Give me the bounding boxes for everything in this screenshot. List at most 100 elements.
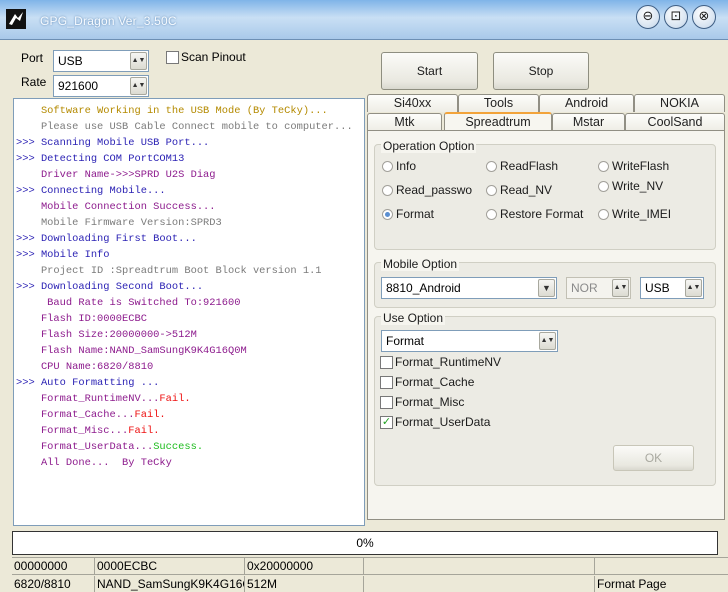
log-line: >>> Scanning Mobile USB Port... [16, 135, 364, 151]
chevron-down-icon[interactable]: ▲▼ [130, 52, 147, 70]
status-cell-flash-name: NAND_SamSungK9K4G16Q0 [97, 576, 245, 592]
radio-write-nv-label: Write_NV [612, 179, 664, 193]
log-line-text: >>> Downloading Second Boot... [16, 281, 204, 293]
status-cell-flash-size: 512M [245, 576, 364, 592]
log-line-result: Fail. [159, 393, 191, 405]
chevron-down-icon[interactable]: ▲▼ [539, 332, 556, 350]
flash-type-value: NOR [571, 281, 598, 295]
use-mode-select[interactable]: Format ▲▼ [381, 330, 558, 352]
format-runtimenv-label: Format_RuntimeNV [395, 355, 502, 369]
format-cache-label: Format_Cache [395, 375, 475, 389]
log-line-text: CPU Name:6820/8810 [16, 361, 154, 373]
status-cell-empty-2 [595, 558, 728, 575]
radio-info-label: Info [396, 159, 417, 173]
port-label: Port [21, 51, 44, 65]
radio-read-password[interactable] [382, 185, 393, 196]
log-line-text: >>> Auto Formatting ... [16, 377, 160, 389]
log-line-text: Software Working in the USB Mode (By TeC… [16, 105, 328, 117]
chevron-down-icon[interactable]: ▲▼ [130, 77, 147, 95]
log-line-text: Format_Cache... [16, 409, 135, 421]
status-cell-page: Format Page [595, 576, 728, 592]
log-line: Format_RuntimeNV...Fail. [16, 391, 364, 407]
status-cell-flash-id-raw: 00000000 [12, 558, 95, 575]
log-line: Software Working in the USB Mode (By TeC… [16, 103, 364, 119]
format-cache-checkbox[interactable] [380, 376, 393, 389]
port-value: USB [58, 54, 83, 68]
log-line: Format_UserData...Success. [16, 439, 364, 455]
radio-info[interactable] [382, 161, 393, 172]
log-line-result: Success. [153, 441, 204, 453]
format-misc-checkbox[interactable] [380, 396, 393, 409]
log-line: >>> Downloading Second Boot... [16, 279, 364, 295]
radio-format[interactable] [382, 209, 393, 220]
rate-select[interactable]: 921600 ▲▼ [53, 75, 149, 97]
log-line-text: Please use USB Cable Connect mobile to c… [16, 121, 353, 133]
log-line-text: Flash Size:20000000->512M [16, 329, 197, 341]
start-button[interactable]: Start [381, 52, 478, 90]
radio-write-nv[interactable] [598, 181, 609, 192]
log-output[interactable]: Software Working in the USB Mode (By TeC… [13, 98, 365, 526]
connection-port-select[interactable]: USB ▲▼ [640, 277, 704, 299]
radio-read-nv[interactable] [486, 185, 497, 196]
tab-mtk[interactable]: Mtk [367, 113, 442, 131]
tab-nokia[interactable]: NOKIA [634, 94, 725, 112]
log-line: >>> Auto Formatting ... [16, 375, 364, 391]
chevron-down-icon[interactable]: ▲▼ [612, 279, 629, 297]
rate-label: Rate [21, 75, 47, 89]
chevron-down-icon[interactable]: ▲▼ [685, 279, 702, 297]
status-cell-flash-id: 0000ECBC [95, 558, 245, 575]
port-select[interactable]: USB ▲▼ [53, 50, 149, 72]
stop-button[interactable]: Stop [493, 52, 589, 90]
log-line-text: All Done... By TeCky [16, 457, 172, 469]
close-button[interactable]: ⊗ [692, 5, 716, 29]
format-runtimenv-checkbox[interactable] [380, 356, 393, 369]
radio-writeflash[interactable] [598, 161, 609, 172]
status-cell-empty-3 [364, 576, 595, 592]
title-bar[interactable]: GPG_Dragon Ver_3.50C ⊖ ⊡ ⊗ [0, 0, 728, 40]
log-line-text: Baud Rate is Switched To:921600 [16, 297, 241, 309]
log-line-text: Mobile Firmware Version:SPRD3 [16, 217, 222, 229]
log-line: Flash Size:20000000->512M [16, 327, 364, 343]
radio-restore-format[interactable] [486, 209, 497, 220]
log-line: Driver Name->>>SPRD U2S Diag [16, 167, 364, 183]
radio-read-nv-label: Read_NV [500, 183, 553, 197]
window-title: GPG_Dragon Ver_3.50C [40, 14, 177, 28]
radio-write-imei[interactable] [598, 209, 609, 220]
log-line: CPU Name:6820/8810 [16, 359, 364, 375]
checkmark-icon: ✓ [381, 415, 392, 428]
maximize-button[interactable]: ⊡ [664, 5, 688, 29]
tab-coolsand[interactable]: CoolSand [625, 113, 725, 131]
scan-pinout-label: Scan Pinout [181, 50, 246, 64]
log-line: Please use USB Cable Connect mobile to c… [16, 119, 364, 135]
log-line-text: >>> Scanning Mobile USB Port... [16, 137, 210, 149]
operation-option-title: Operation Option [381, 139, 477, 153]
rate-value: 921600 [58, 79, 99, 93]
log-line: Mobile Firmware Version:SPRD3 [16, 215, 364, 231]
log-line-text: >>> Downloading First Boot... [16, 233, 197, 245]
radio-write-imei-label: Write_IMEI [612, 207, 672, 221]
scan-pinout-checkbox[interactable] [166, 51, 179, 64]
chevron-down-icon[interactable]: ▼ [538, 279, 555, 297]
log-line-text: Flash ID:0000ECBC [16, 313, 147, 325]
radio-readflash[interactable] [486, 161, 497, 172]
tab-android[interactable]: Android [539, 94, 634, 112]
log-line: >>> Downloading First Boot... [16, 231, 364, 247]
tab-spreadtrum[interactable]: Spreadtrum [444, 112, 552, 131]
progress-bar: 0% [12, 531, 718, 555]
mobile-model-select[interactable]: 8810_Android ▼ [381, 277, 557, 299]
tab-si40xx[interactable]: Si40xx [367, 94, 458, 112]
log-line: Flash Name:NAND_SamSungK9K4G16Q0M [16, 343, 364, 359]
log-line: Mobile Connection Success... [16, 199, 364, 215]
use-mode-value: Format [386, 334, 425, 348]
log-line: Flash ID:0000ECBC [16, 311, 364, 327]
mobile-model-value: 8810_Android [386, 281, 461, 295]
tab-tools[interactable]: Tools [458, 94, 539, 112]
flash-type-select[interactable]: NOR ▲▼ [566, 277, 631, 299]
log-line: All Done... By TeCky [16, 455, 364, 471]
format-userdata-checkbox[interactable]: ✓ [380, 416, 393, 429]
radio-read-password-label: Read_passwo [396, 183, 473, 197]
log-line: >>> Mobile Info [16, 247, 364, 263]
ok-button[interactable]: OK [613, 445, 694, 471]
tab-mstar[interactable]: Mstar [552, 113, 625, 131]
minimize-button[interactable]: ⊖ [636, 5, 660, 29]
